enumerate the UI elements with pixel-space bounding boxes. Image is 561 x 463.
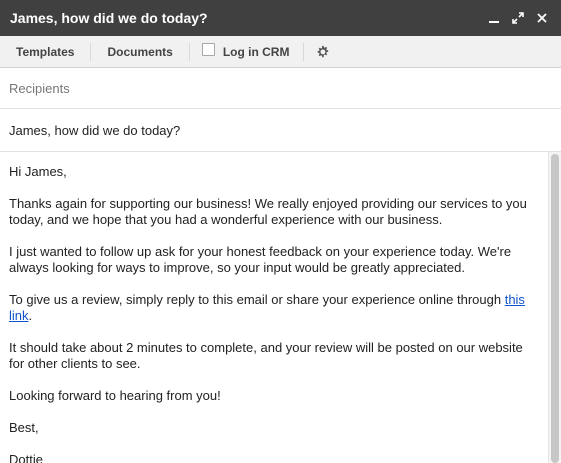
expand-icon[interactable] (507, 7, 529, 29)
body-greeting: Hi James, (9, 164, 67, 179)
subject-value: James, how did we do today? (9, 122, 181, 138)
close-icon[interactable] (531, 7, 553, 29)
body-paragraph-review: To give us a review, simply reply to thi… (9, 292, 536, 324)
scrollbar-thumb[interactable] (551, 154, 559, 463)
gear-icon[interactable] (304, 45, 341, 58)
documents-button[interactable]: Documents (91, 45, 188, 59)
body-paragraph: It should take about 2 minutes to comple… (9, 340, 523, 371)
recipients-placeholder: Recipients (9, 80, 70, 96)
body-paragraph: Looking forward to hearing from you! (9, 388, 221, 403)
body-paragraph: Thanks again for supporting our business… (9, 196, 527, 227)
review-text: To give us a review, simply reply to thi… (9, 292, 505, 307)
minimize-icon[interactable] (483, 7, 505, 29)
subject-field[interactable]: James, how did we do today? (0, 109, 561, 152)
compose-titlebar: James, how did we do today? (0, 0, 561, 36)
window-title: James, how did we do today? (10, 10, 208, 26)
log-in-crm-toggle[interactable]: Log in CRM (190, 43, 304, 59)
review-period: . (28, 308, 33, 323)
recipients-field[interactable]: Recipients (0, 68, 561, 109)
body-closing: Best, (9, 420, 39, 435)
log-in-crm-label: Log in CRM (222, 44, 290, 59)
body-signature: Dottie (9, 452, 43, 463)
body-paragraph: I just wanted to follow up ask for your … (9, 244, 512, 275)
compose-toolbar: Templates Documents Log in CRM (0, 36, 561, 68)
body-scrollbar[interactable] (548, 152, 561, 463)
templates-button[interactable]: Templates (0, 45, 90, 59)
message-body[interactable]: Hi James, Thanks again for supporting ou… (0, 152, 548, 463)
log-in-crm-checkbox[interactable] (201, 43, 215, 56)
